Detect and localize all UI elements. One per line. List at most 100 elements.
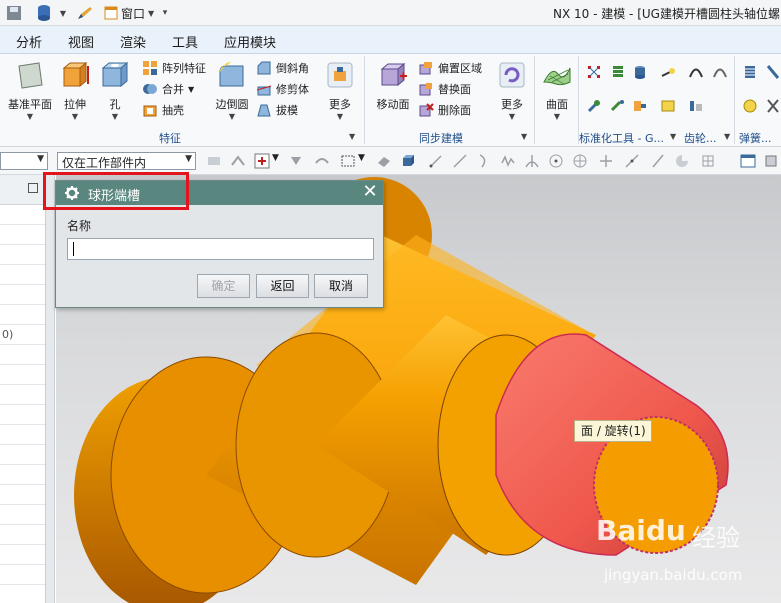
curve-tool-2-icon[interactable]: [712, 64, 728, 80]
line-select-icon[interactable]: [452, 153, 468, 169]
tangent-select-icon[interactable]: [624, 153, 640, 169]
navigator-row[interactable]: [0, 485, 45, 505]
menu-analysis[interactable]: 分析: [16, 32, 42, 51]
pipe-icon[interactable]: [610, 98, 626, 114]
arc-select-icon[interactable]: [476, 153, 492, 169]
edge-blend-button[interactable]: 边倒圆 ▼: [212, 60, 252, 121]
navigator-row[interactable]: [0, 305, 45, 325]
navigator-row[interactable]: [0, 545, 45, 565]
point-select-icon[interactable]: [428, 153, 444, 169]
center-select-icon[interactable]: [548, 153, 564, 169]
gear-tool-2-icon[interactable]: [660, 98, 676, 114]
body-filter-icon[interactable]: [314, 153, 330, 169]
customize-quick-access-icon[interactable]: ▾: [160, 4, 170, 22]
menu-render[interactable]: 渲染: [120, 32, 146, 51]
window-view-icon[interactable]: [740, 153, 756, 169]
move-face-button[interactable]: 移动面: [374, 60, 412, 112]
shell-button[interactable]: 抽壳: [142, 101, 184, 119]
navigator-toggle-icon[interactable]: [28, 183, 38, 193]
cancel-button[interactable]: 取消: [314, 274, 368, 298]
name-field[interactable]: [67, 238, 374, 260]
navigator-row[interactable]: [0, 265, 45, 285]
spring-2-icon[interactable]: [766, 64, 780, 80]
chevron-down-icon[interactable]: ▼: [358, 153, 374, 169]
pattern-feature-label: 阵列特征: [162, 62, 206, 75]
assembly-filter-icon[interactable]: [206, 153, 222, 169]
pie-select-icon[interactable]: [674, 153, 690, 169]
extrude-button[interactable]: 拉伸 ▼: [58, 60, 92, 121]
chevron-down-icon[interactable]: ▼: [272, 153, 288, 169]
replace-face-button[interactable]: 替换面: [418, 80, 471, 98]
navigator-row[interactable]: [0, 205, 45, 225]
feature-more-button[interactable]: 更多 ▼: [324, 60, 356, 121]
type-filter-dropdown[interactable]: ▼: [0, 152, 48, 170]
database-icon[interactable]: [36, 4, 52, 22]
pattern-feature-button[interactable]: 阵列特征: [142, 59, 206, 77]
ok-button[interactable]: 确定: [197, 274, 250, 298]
save-icon[interactable]: [6, 4, 22, 22]
navigator-row[interactable]: [0, 405, 45, 425]
curve-tool-icon[interactable]: [688, 64, 704, 80]
hole-button[interactable]: 孔 ▼: [100, 60, 130, 121]
navigator-row[interactable]: [0, 445, 45, 465]
unite-button[interactable]: 合并 ▼: [142, 80, 194, 98]
ribbon: 基准平面 ▼ 拉伸 ▼ 孔 ▼ 阵列特征 合并 ▼ 抽壳 边倒圆 ▼ 倒斜角 修…: [0, 54, 781, 147]
standard-tools-expand-icon[interactable]: ▼: [670, 132, 676, 141]
navigator-row[interactable]: [0, 225, 45, 245]
gear-tool-icon[interactable]: [660, 64, 676, 80]
spline-select-icon[interactable]: [500, 153, 516, 169]
close-icon[interactable]: ✕: [360, 182, 380, 202]
quadrant-select-icon[interactable]: [572, 153, 588, 169]
feature-filter-icon[interactable]: [288, 153, 304, 169]
chevron-down-icon[interactable]: ▼: [58, 4, 68, 22]
navigator-row[interactable]: [0, 365, 45, 385]
rectangle-select-icon[interactable]: [340, 153, 356, 169]
delete-face-button[interactable]: 删除面: [418, 101, 471, 119]
navigator-row[interactable]: [0, 425, 45, 445]
grid-select-icon[interactable]: [700, 153, 716, 169]
back-button[interactable]: 返回: [256, 274, 309, 298]
scope-filter-dropdown[interactable]: 仅在工作部件内 ▼: [57, 152, 196, 170]
face-select-icon[interactable]: [376, 153, 392, 169]
stack-icon[interactable]: [610, 64, 626, 80]
draft-button[interactable]: 拔模: [256, 101, 298, 119]
bolt-icon[interactable]: [632, 98, 648, 114]
slash-select-icon[interactable]: [650, 153, 666, 169]
grid-points-icon[interactable]: [586, 64, 602, 80]
resource-bar-gutter[interactable]: [46, 175, 55, 603]
snap-point-icon[interactable]: [254, 153, 270, 169]
component-filter-icon[interactable]: [230, 153, 246, 169]
gear-group-expand-icon[interactable]: ▼: [724, 132, 730, 141]
spring-3-icon[interactable]: [742, 98, 758, 114]
navigator-row[interactable]: [0, 385, 45, 405]
sync-group-expand-icon[interactable]: ▼: [521, 132, 527, 141]
navigator-row[interactable]: [0, 505, 45, 525]
navigator-row[interactable]: 0): [0, 325, 45, 345]
chamfer-button[interactable]: 倒斜角: [256, 59, 309, 77]
menu-tools[interactable]: 工具: [172, 32, 198, 51]
navigator-row[interactable]: [0, 565, 45, 585]
spring-4-icon[interactable]: [766, 98, 780, 114]
trim-body-button[interactable]: 修剪体: [256, 80, 309, 98]
navigator-row[interactable]: [0, 525, 45, 545]
solid-select-icon[interactable]: [400, 153, 416, 169]
render-style-icon[interactable]: [764, 153, 780, 169]
feature-group-expand-icon[interactable]: ▼: [349, 132, 355, 141]
navigator-row[interactable]: [0, 345, 45, 365]
navigator-row[interactable]: [0, 285, 45, 305]
intersection-select-icon[interactable]: [524, 153, 540, 169]
gear-table-icon[interactable]: [688, 98, 704, 114]
offset-region-button[interactable]: 偏置区域: [418, 59, 482, 77]
menu-application[interactable]: 应用模块: [224, 32, 276, 51]
cross-select-icon[interactable]: [598, 153, 614, 169]
menu-view[interactable]: 视图: [68, 32, 94, 51]
navigator-row[interactable]: [0, 245, 45, 265]
spring-icon[interactable]: [742, 64, 758, 80]
edit-icon[interactable]: [76, 4, 94, 22]
wrench-icon[interactable]: [586, 98, 602, 114]
datum-plane-button[interactable]: 基准平面 ▼: [6, 60, 54, 121]
sync-more-button[interactable]: 更多 ▼: [496, 60, 528, 121]
surface-button[interactable]: 曲面 ▼: [540, 60, 574, 121]
cylinder-stack-icon[interactable]: [632, 64, 648, 80]
navigator-row[interactable]: [0, 465, 45, 485]
